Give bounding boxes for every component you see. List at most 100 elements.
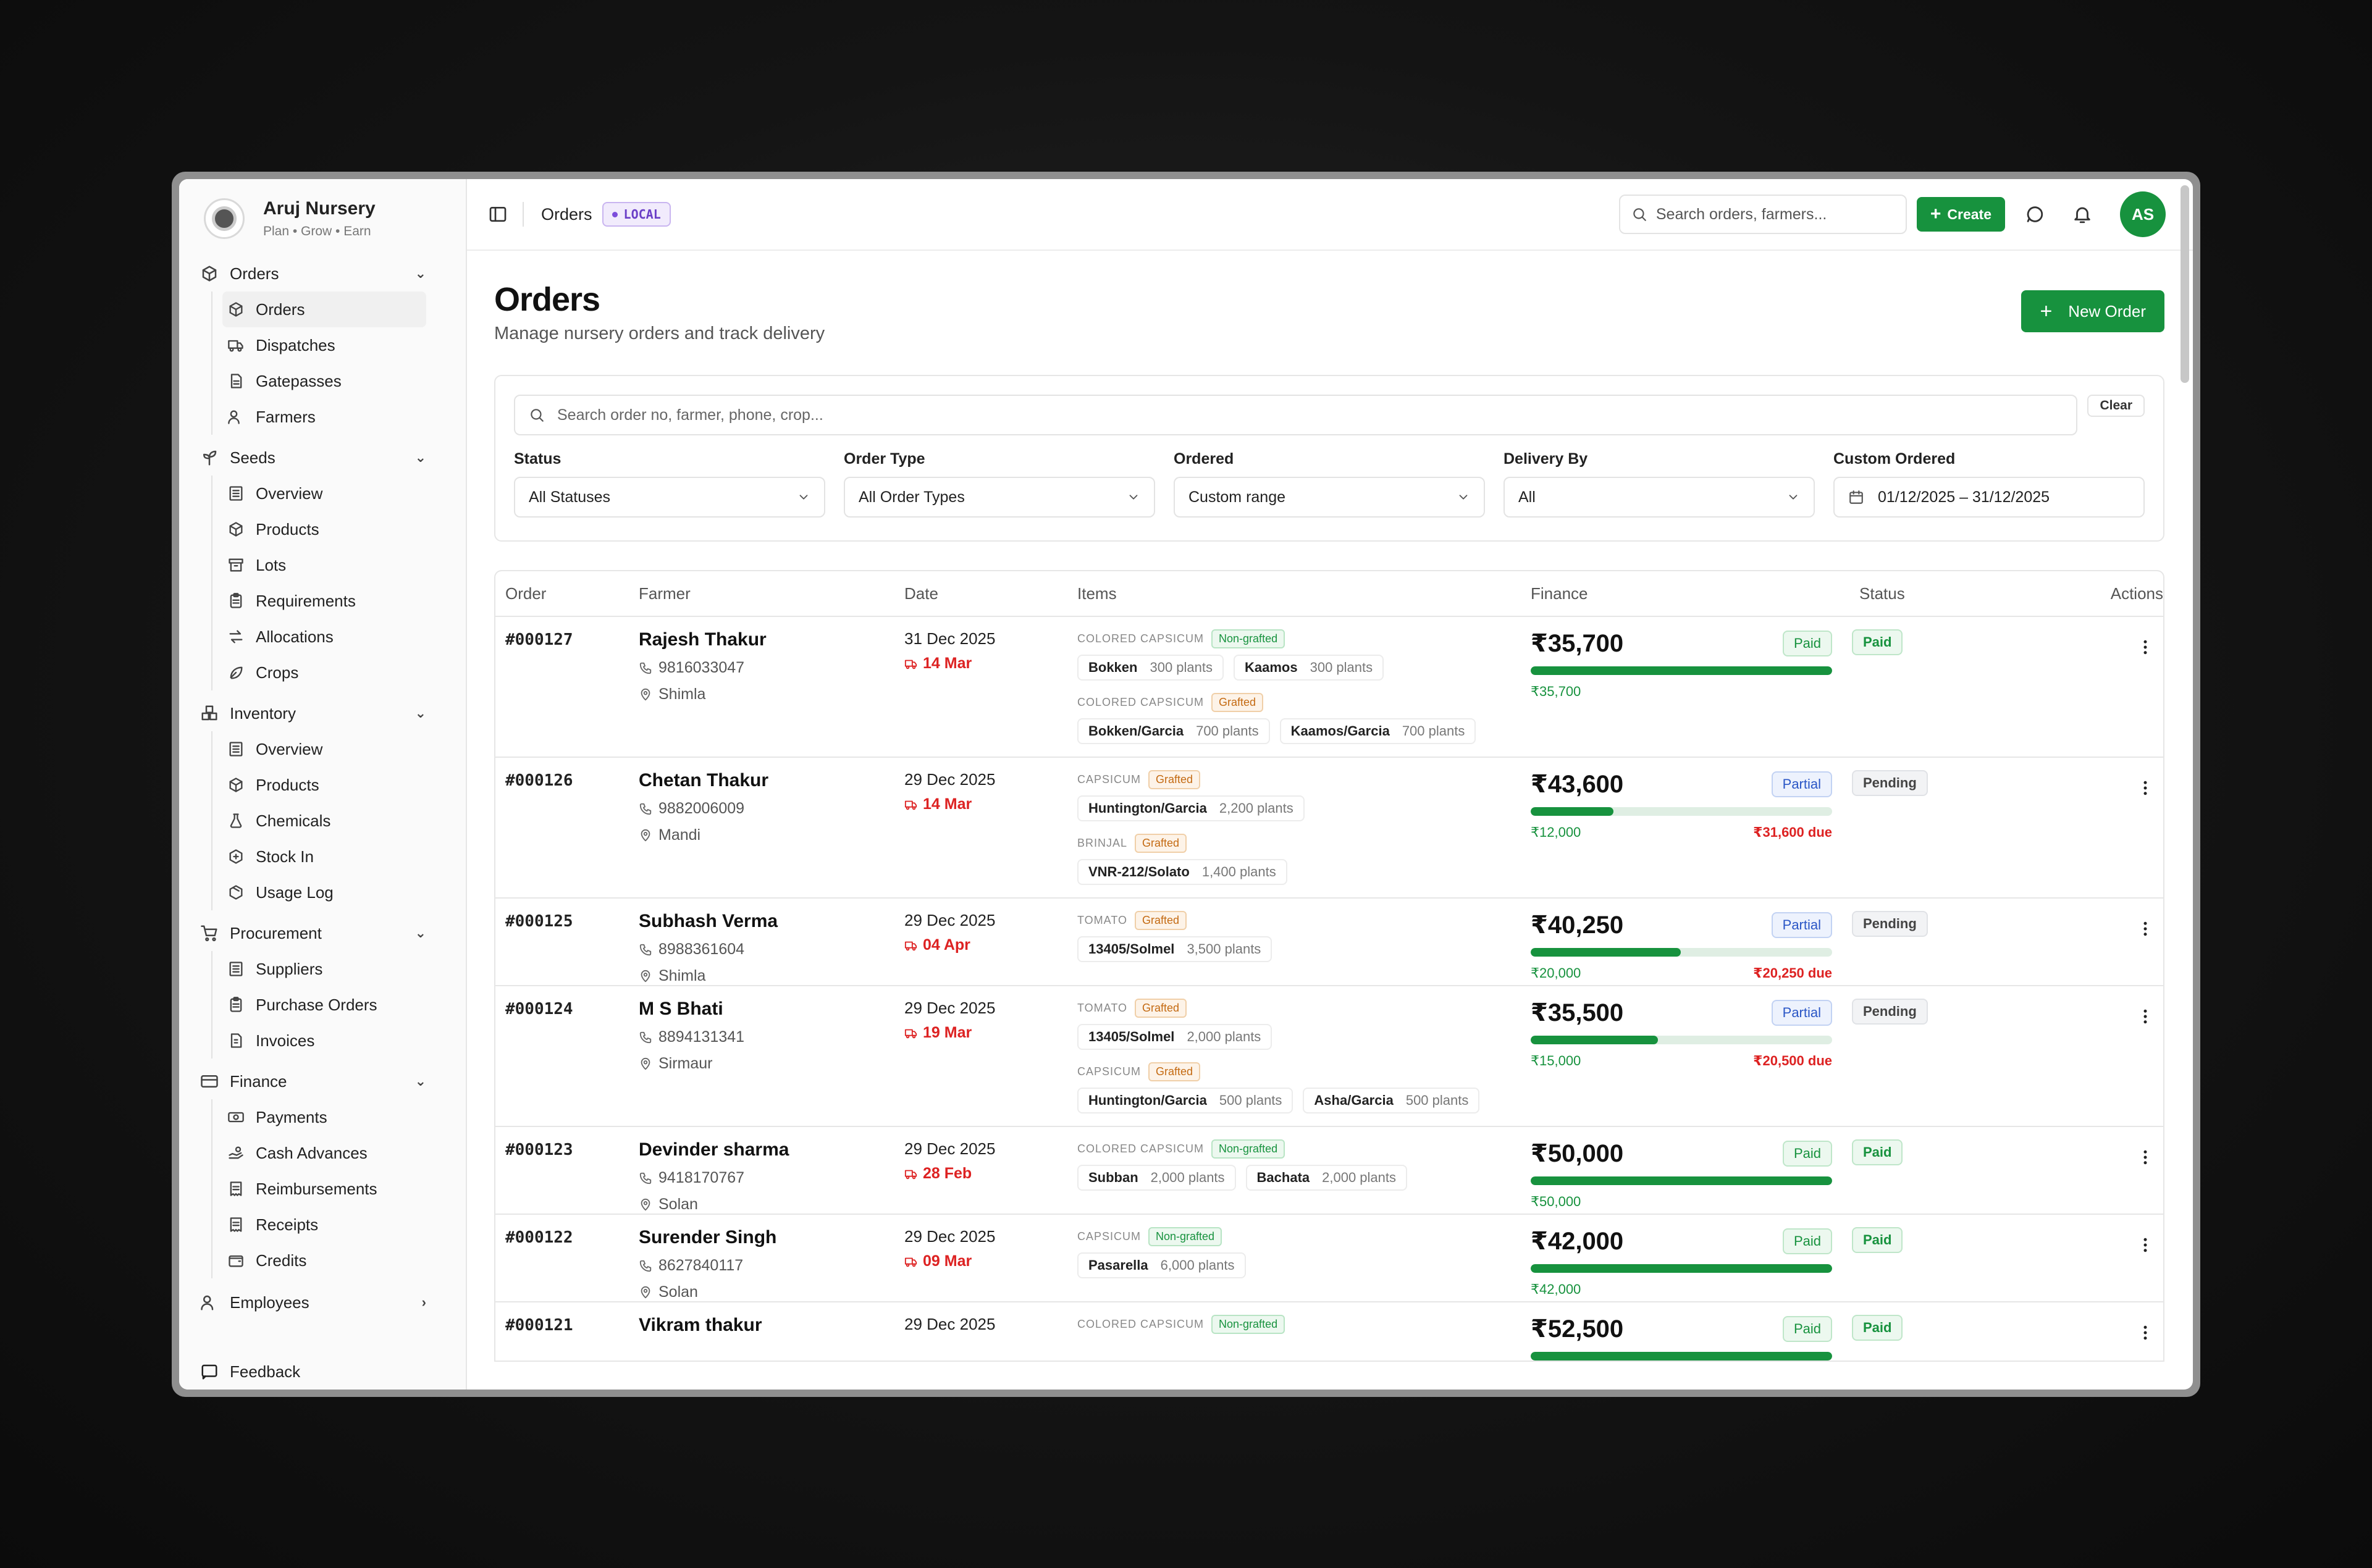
sidebar-toggle-icon[interactable] [488, 204, 508, 224]
order-number[interactable]: #000127 [495, 629, 639, 757]
sidebar-item-overview[interactable]: Overview [227, 476, 445, 511]
sidebar-group-toggle[interactable]: Inventory ⌄ [200, 695, 445, 731]
due-amount: ₹20,500 due [1753, 1053, 1832, 1068]
col-date-header[interactable]: Date [904, 584, 1077, 603]
table-row[interactable]: #000126 Chetan Thakur 9882006009 Mandi 2… [495, 758, 2163, 899]
chevron-down-icon: ⌄ [414, 1073, 426, 1089]
delivery-by-filter-select[interactable]: All [1504, 477, 1815, 518]
more-actions-icon[interactable] [2136, 920, 2155, 938]
status-filter-select[interactable]: All Statuses [514, 477, 825, 518]
global-search-input[interactable]: Search orders, farmers... [1618, 195, 1907, 234]
sidebar-group-toggle[interactable]: Orders ⌄ [200, 256, 445, 291]
more-actions-icon[interactable] [2136, 1236, 2155, 1254]
table-row[interactable]: #000123 Devinder sharma 9418170767 Solan… [495, 1127, 2163, 1215]
order-number[interactable]: #000125 [495, 911, 639, 985]
order-number[interactable]: #000122 [495, 1227, 639, 1301]
order-amount: ₹35,700 [1531, 630, 1624, 657]
more-actions-icon[interactable] [2136, 1148, 2155, 1167]
table-row[interactable]: #000121 Vikram thakur 29 Dec 2025 COLORE… [495, 1302, 2163, 1362]
status-badge: Paid [1852, 1139, 1903, 1165]
sidebar-item-requirements[interactable]: Requirements [227, 583, 445, 619]
sidebar-item-cash-advances[interactable]: Cash Advances [227, 1135, 445, 1171]
sidebar-item-invoices[interactable]: Invoices [227, 1023, 445, 1059]
item-group: CAPSICUM Grafted Huntington/Garcia 2,200 … [1077, 770, 1531, 821]
order-number[interactable]: #000124 [495, 999, 639, 1126]
crop-name: COLORED CAPSICUM [1077, 696, 1205, 708]
create-button[interactable]: + Create [1916, 197, 2005, 232]
sidebar-item-label: Orders [256, 300, 305, 319]
phone-icon [639, 802, 652, 816]
more-actions-icon[interactable] [2136, 1323, 2155, 1342]
date-range-picker[interactable]: 01/12/2025 – 31/12/2025 [1833, 477, 2145, 518]
cart-icon [200, 924, 219, 942]
col-order-header[interactable]: Order [495, 584, 639, 603]
feedback-link[interactable]: Feedback [200, 1354, 300, 1390]
order-type-filter-select[interactable]: All Order Types [844, 477, 1155, 518]
sidebar-group-toggle[interactable]: Seeds ⌄ [200, 440, 445, 476]
chevron-down-icon: ⌄ [414, 266, 426, 281]
sidebar-group-toggle[interactable]: Procurement ⌄ [200, 915, 445, 951]
scrollbar[interactable] [2181, 185, 2189, 383]
more-actions-icon[interactable] [2136, 638, 2155, 656]
sidebar-item-crops[interactable]: Crops [227, 655, 445, 690]
bell-icon[interactable] [2072, 204, 2093, 225]
sidebar-item-suppliers[interactable]: Suppliers [227, 951, 445, 987]
sidebar-group-toggle[interactable]: Finance ⌄ [200, 1063, 445, 1099]
sidebar-item-gatepasses[interactable]: Gatepasses [227, 363, 445, 399]
new-order-button[interactable]: + New Order [2021, 290, 2164, 332]
sidebar-item-orders[interactable]: Orders [222, 291, 426, 327]
sidebar-item-chemicals[interactable]: Chemicals [227, 803, 445, 839]
sidebar-item-credits[interactable]: Credits [227, 1243, 445, 1278]
more-actions-icon[interactable] [2136, 1007, 2155, 1026]
sidebar-item-stock-in[interactable]: Stock In [227, 839, 445, 874]
variety-chip: Bokken/Garcia 700 plants [1077, 718, 1270, 744]
payment-badge: Paid [1782, 1228, 1832, 1254]
order-amount: ₹43,600 [1531, 771, 1624, 798]
chat-icon[interactable] [2024, 204, 2045, 225]
banknote-icon [227, 1109, 245, 1126]
sidebar-item-dispatches[interactable]: Dispatches [227, 327, 445, 363]
sidebar-item-allocations[interactable]: Allocations [227, 619, 445, 655]
order-number[interactable]: #000126 [495, 770, 639, 897]
table-row[interactable]: #000122 Surender Singh 8627840117 Solan … [495, 1215, 2163, 1302]
sidebar-item-usage-log[interactable]: Usage Log [227, 874, 445, 910]
variety-chip: Subban 2,000 plants [1077, 1165, 1236, 1191]
sidebar-item-products[interactable]: Products [227, 767, 445, 803]
col-farmer-header[interactable]: Farmer [639, 584, 904, 603]
sidebar-item-products[interactable]: Products [227, 511, 445, 547]
col-finance-header[interactable]: Finance [1531, 584, 1852, 603]
payment-progress-bar [1531, 1264, 1832, 1273]
order-number[interactable]: #000121 [495, 1315, 639, 1360]
farmer-name: Chetan Thakur [639, 770, 769, 790]
sidebar-item-reimbursements[interactable]: Reimbursements [227, 1171, 445, 1207]
box-icon [227, 776, 245, 794]
sidebar-item-farmers[interactable]: Farmers [227, 399, 445, 435]
clear-filters-button[interactable]: Clear [2087, 395, 2145, 417]
sidebar-item-overview[interactable]: Overview [227, 731, 445, 767]
table-row[interactable]: #000125 Subhash Verma 8988361604 Shimla … [495, 899, 2163, 986]
order-amount: ₹52,500 [1531, 1315, 1624, 1343]
table-row[interactable]: #000124 M S Bhati 8894131341 Sirmaur 29 … [495, 986, 2163, 1127]
farmer-phone: 9882006009 [639, 800, 904, 818]
order-number[interactable]: #000123 [495, 1139, 639, 1214]
sidebar-group-employees[interactable]: Employees › [200, 1285, 445, 1320]
order-search-input[interactable]: Search order no, farmer, phone, crop... [514, 395, 2078, 435]
sidebar-item-lots[interactable]: Lots [227, 547, 445, 583]
sidebar-item-receipts[interactable]: Receipts [227, 1207, 445, 1243]
sidebar-item-label: Overview [256, 739, 323, 758]
feedback-label: Feedback [230, 1362, 301, 1381]
map-pin-icon [639, 1286, 652, 1299]
receipt-icon [227, 1180, 245, 1197]
brand-tagline: Plan • Grow • Earn [263, 224, 371, 238]
breadcrumb[interactable]: Orders [541, 205, 592, 224]
more-actions-icon[interactable] [2136, 779, 2155, 797]
ordered-filter-select[interactable]: Custom range [1174, 477, 1485, 518]
sidebar-item-purchase-orders[interactable]: Purchase Orders [227, 987, 445, 1023]
col-status-header[interactable]: Status [1852, 584, 2000, 603]
crop-name: TOMATO [1077, 1002, 1128, 1014]
order-type-filter-label: Order Type [844, 450, 925, 467]
avatar[interactable]: AS [2120, 191, 2166, 237]
table-row[interactable]: #000127 Rajesh Thakur 9816033047 Shimla … [495, 617, 2163, 758]
sidebar-item-payments[interactable]: Payments [227, 1099, 445, 1135]
page-title: Orders [494, 281, 600, 318]
